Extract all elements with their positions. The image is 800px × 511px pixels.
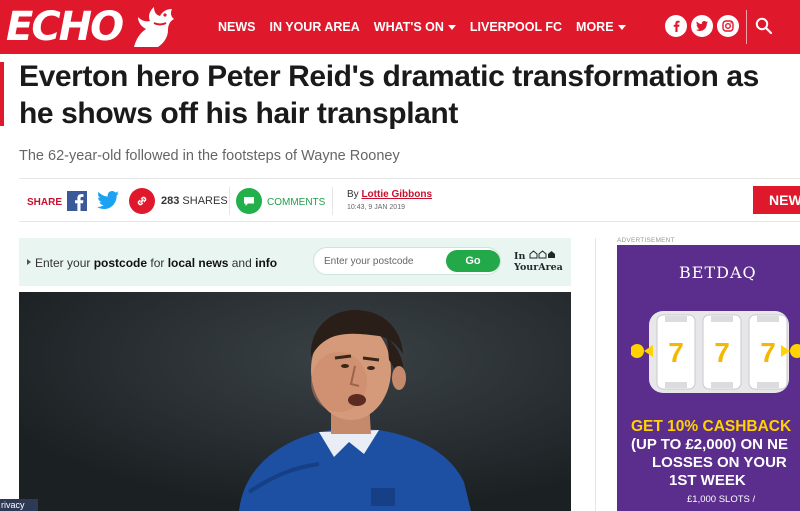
postcode-widget: Enter your postcode for local news and i…	[19, 238, 571, 286]
nav-item-news[interactable]: NEWS	[218, 20, 256, 34]
postcode-prompt: Enter your postcode for local news and i…	[35, 256, 277, 270]
ad-small-print: £1,000 SLOTS /	[687, 494, 756, 505]
share-count-label: SHARES	[182, 195, 228, 207]
column-divider	[595, 238, 596, 511]
ad-offer: GET 10% CASHBACK (UP TO £2,000) ON NE LO…	[617, 418, 800, 490]
slot-digit: 7	[668, 337, 684, 368]
prompt-text: Enter your	[35, 256, 94, 270]
share-bar: SHARE 283 SHARES COMMENTS By Lottie Gibb…	[19, 178, 800, 222]
slot-digit: 7	[714, 337, 730, 368]
twitter-icon[interactable]	[691, 15, 713, 37]
author-link[interactable]: Lottie Gibbons	[361, 189, 432, 200]
instagram-icon[interactable]	[717, 15, 739, 37]
liver-bird-icon	[134, 7, 175, 47]
link-icon	[137, 196, 147, 206]
share-label: SHARE	[27, 197, 63, 208]
postcode-go-button[interactable]: Go	[446, 250, 500, 272]
betdaq-advert[interactable]: BETDAQ 7 7 7 GET 10% CASHBACK (UP TO £2,…	[617, 245, 800, 511]
publish-date: 10:43, 9 JAN 2019	[347, 204, 405, 211]
slot-digit: 7	[760, 337, 776, 368]
slot-machine-graphic: 7 7 7	[631, 311, 800, 393]
nav-label: MORE	[576, 20, 614, 34]
comments-link[interactable]: COMMENTS	[267, 197, 325, 208]
houses-icon	[529, 250, 555, 259]
comments-button[interactable]	[236, 188, 262, 214]
prompt-text-bold: info	[255, 256, 278, 270]
hero-image	[19, 292, 571, 511]
nav-label: NEWS	[218, 20, 256, 34]
copy-link-button[interactable]	[129, 188, 155, 214]
social-links	[665, 15, 743, 37]
prompt-text: and	[228, 256, 256, 270]
nav-label: LIVERPOOL FC	[469, 20, 563, 34]
privacy-button[interactable]: rivacy	[0, 499, 38, 511]
footballer-photo	[19, 292, 571, 511]
comment-icon	[244, 196, 254, 206]
share-divider	[332, 187, 333, 215]
header-divider	[746, 10, 747, 44]
prompt-text: for	[147, 256, 168, 270]
ad-offer-text: LOSSES ON YOUR	[652, 454, 787, 471]
arrow-right-icon	[27, 259, 31, 265]
ad-offer-text: 1ST WEEK	[669, 472, 746, 489]
article-headline: Everton hero Peter Reid's dramatic trans…	[19, 60, 759, 130]
headline-accent-bar	[0, 62, 4, 126]
news-tab[interactable]: NEW	[753, 186, 800, 214]
facebook-share-icon[interactable]	[67, 191, 87, 216]
article-standfirst: The 62-year-old followed in the footstep…	[19, 148, 400, 164]
twitter-share-icon[interactable]	[97, 191, 119, 214]
nav-item-more[interactable]: MORE	[576, 20, 626, 34]
ad-label: ADVERTISEMENT	[617, 237, 675, 244]
chevron-down-icon	[447, 24, 456, 30]
nav-label: IN YOUR AREA	[269, 20, 360, 34]
nav-label: WHAT'S ON	[373, 20, 444, 34]
main-nav: NEWS IN YOUR AREA WHAT'S ON LIVERPOOL FC…	[218, 0, 640, 54]
prompt-text-bold: local news	[167, 256, 229, 270]
logo-text: ECHO	[6, 4, 124, 50]
site-header: ECHO NEWS IN YOUR AREA WHAT'S ON LIVERPO…	[0, 0, 800, 54]
nav-item-whats-on[interactable]: WHAT'S ON	[374, 20, 456, 34]
nav-item-in-your-area[interactable]: IN YOUR AREA	[270, 20, 360, 34]
ad-brand: BETDAQ	[679, 263, 757, 282]
search-icon[interactable]	[755, 17, 773, 40]
byline-prefix: By	[347, 189, 359, 200]
chevron-down-icon	[617, 24, 626, 30]
prompt-text-bold: postcode	[93, 256, 148, 270]
byline: By Lottie Gibbons	[347, 189, 432, 200]
inyourarea-logo: In YourArea	[514, 250, 563, 273]
brand-line: YourArea	[514, 262, 563, 273]
share-divider	[229, 187, 230, 215]
ad-offer-text: (UP TO £2,000) ON NE	[631, 436, 789, 453]
share-count: 283 SHARES	[161, 195, 228, 207]
share-count-number: 283	[161, 195, 180, 207]
nav-item-liverpool-fc[interactable]: LIVERPOOL FC	[470, 20, 562, 34]
facebook-icon[interactable]	[665, 15, 687, 37]
echo-logo[interactable]: ECHO	[6, 4, 182, 50]
brand-line: In	[514, 251, 526, 262]
ad-offer-headline: GET 10% CASHBACK	[631, 418, 792, 435]
